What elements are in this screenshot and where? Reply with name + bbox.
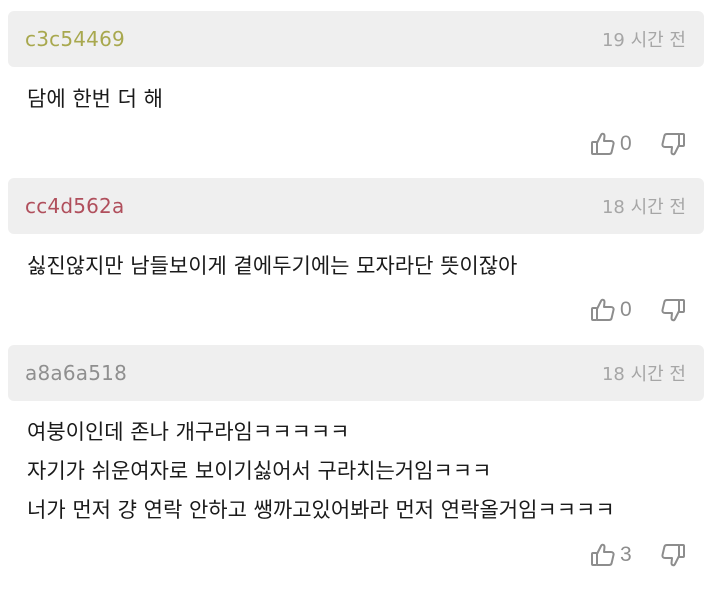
comment-username[interactable]: c3c54469 <box>25 27 125 51</box>
comment-actions: 0 <box>590 129 690 159</box>
like-count: 0 <box>620 298 632 321</box>
dislike-button[interactable] <box>660 295 686 325</box>
comment-text: 싫진않지만 남들보이게 곁에두기에는 모자라단 뜻이잖아 <box>27 254 518 278</box>
like-count: 0 <box>620 132 632 155</box>
comment-text: 여붕이인데 존나 개구라임ㅋㅋㅋㅋㅋ <box>27 420 350 444</box>
comment-header: c3c54469 19 시간 전 <box>8 11 704 67</box>
like-button[interactable]: 3 <box>590 540 632 570</box>
comment-text: 너가 먼저 걍 연락 안하고 쌩까고있어봐라 먼저 연락올거임ㅋㅋㅋㅋ <box>27 498 615 522</box>
comment-actions: 0 <box>590 295 690 325</box>
like-button[interactable]: 0 <box>590 129 632 159</box>
thumbs-up-icon <box>590 297 616 323</box>
thumbs-down-icon <box>660 542 686 568</box>
dislike-button[interactable] <box>660 129 686 159</box>
thumbs-up-icon <box>590 542 616 568</box>
comment-header: a8a6a518 18 시간 전 <box>8 345 704 401</box>
comment-username[interactable]: a8a6a518 <box>25 361 127 385</box>
like-count: 3 <box>620 543 632 566</box>
comment-username[interactable]: cc4d562a <box>25 194 124 218</box>
comment-header: cc4d562a 18 시간 전 <box>8 178 704 234</box>
thumbs-down-icon <box>660 131 686 157</box>
dislike-button[interactable] <box>660 540 686 570</box>
comment-text: 담에 한번 더 해 <box>27 87 163 111</box>
like-button[interactable]: 0 <box>590 295 632 325</box>
comment-timestamp: 18 시간 전 <box>601 197 686 218</box>
comment-timestamp: 18 시간 전 <box>601 364 686 385</box>
thumbs-up-icon <box>590 131 616 157</box>
comment-actions: 3 <box>590 540 690 570</box>
comment-text: 자기가 쉬운여자로 보이기싫어서 구라치는거임ㅋㅋㅋ <box>27 459 492 483</box>
thumbs-down-icon <box>660 297 686 323</box>
comment-timestamp: 19 시간 전 <box>601 30 686 51</box>
